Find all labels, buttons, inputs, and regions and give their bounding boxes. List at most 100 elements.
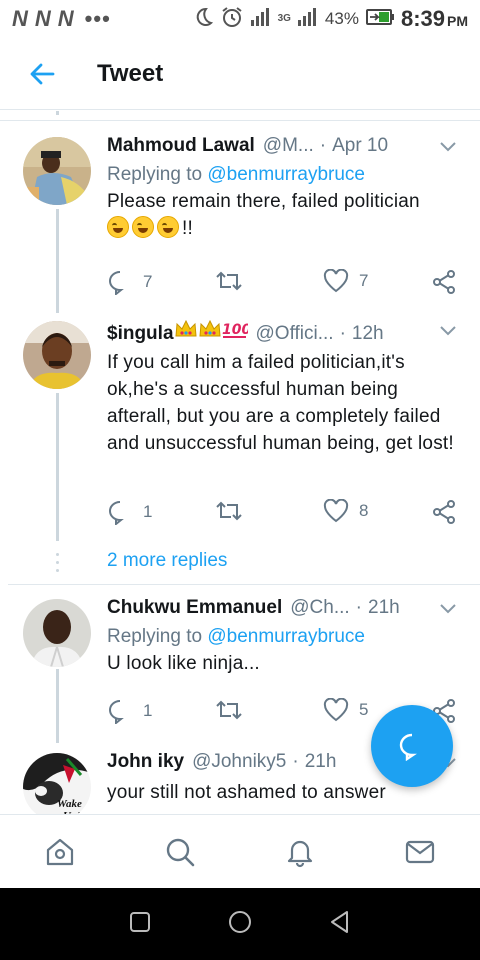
retweet-icon: [216, 700, 242, 720]
share-icon: [433, 500, 455, 524]
tweet-text: Please remain there, failed politician !…: [107, 191, 420, 239]
nav-notifications[interactable]: [240, 815, 360, 888]
like-count: 5: [359, 700, 369, 719]
tears-of-joy-emoji-icon: [157, 216, 179, 238]
reply-button[interactable]: 1: [107, 698, 152, 724]
reply-icon: [399, 733, 417, 761]
avatar[interactable]: Wake Up!!: [23, 753, 91, 814]
separator: ·: [355, 597, 362, 618]
replying-to: Replying to @benmurraybruce: [107, 164, 365, 185]
mention-link[interactable]: @benmurraybruce: [207, 164, 365, 185]
signal-icon: [250, 7, 272, 32]
home-icon: [46, 838, 74, 865]
like-count: 7: [359, 271, 369, 290]
notification-icon: N: [57, 6, 74, 31]
reply-count: 1: [143, 701, 153, 720]
retweet-button[interactable]: [215, 269, 253, 293]
clock: 8:39 PM: [400, 6, 468, 31]
tweet-item[interactable]: Mahmoud Lawal @M... · Apr 10 Replying to…: [0, 125, 480, 325]
reply-button[interactable]: 7: [107, 269, 152, 295]
like-button[interactable]: 7: [323, 269, 368, 293]
reply-button[interactable]: 1: [107, 499, 152, 525]
thread-line: [56, 669, 59, 743]
author-name[interactable]: John iky: [107, 751, 184, 773]
svg-text:100: 100: [222, 322, 248, 338]
mail-icon: [405, 840, 435, 863]
reply-icon: [109, 700, 124, 724]
compose-reply-button[interactable]: [371, 705, 453, 787]
timestamp[interactable]: 12h: [352, 323, 384, 345]
bell-icon: [287, 840, 313, 867]
network-type-icon: 3G: [277, 13, 291, 24]
more-notifications-icon: •••: [84, 6, 111, 31]
reply-count: 7: [143, 272, 153, 291]
tweet-text: U look like ninja...: [107, 653, 260, 674]
timestamp[interactable]: Apr 10: [332, 135, 388, 157]
battery-percent: 43%: [324, 9, 359, 28]
divider: [0, 120, 480, 121]
timestamp[interactable]: 21h: [305, 751, 337, 773]
retweet-icon: [216, 501, 242, 521]
separator: ·: [292, 751, 299, 772]
reply-icon: [109, 501, 124, 525]
like-button[interactable]: 8: [323, 499, 368, 523]
nav-search[interactable]: [120, 815, 240, 888]
thread-line: [56, 209, 59, 313]
recents-button[interactable]: [129, 911, 151, 938]
more-replies-dots: [56, 553, 59, 577]
more-replies-link[interactable]: 2 more replies: [107, 550, 227, 572]
thread-line: [56, 111, 59, 115]
nav-messages[interactable]: [360, 815, 480, 888]
nav-home[interactable]: [0, 815, 120, 888]
tweet-text: If you call him a failed politician,it's…: [107, 352, 454, 454]
tears-of-joy-emoji-icon: [132, 216, 154, 238]
notification-icon: N: [34, 6, 51, 31]
chevron-down-icon: [440, 142, 456, 152]
like-button[interactable]: 5: [323, 698, 368, 722]
back-system-button[interactable]: [329, 910, 351, 939]
back-button[interactable]: [0, 38, 84, 110]
top-app-bar: Tweet: [0, 38, 480, 110]
avatar[interactable]: [23, 599, 91, 667]
bottom-navigation: [0, 814, 480, 888]
author-handle[interactable]: @Offici...: [256, 323, 334, 345]
status-bar: N N N ••• 3G 43% 8:39 PM: [0, 0, 480, 38]
page-title: Tweet: [97, 59, 164, 87]
circle-icon: [228, 910, 251, 933]
avatar[interactable]: [23, 321, 91, 389]
battery-charging-icon: [365, 8, 395, 31]
avatar-caption: Wake: [57, 798, 82, 810]
home-system-button[interactable]: [228, 910, 252, 939]
chevron-down-icon: [440, 326, 456, 336]
alarm-icon: [220, 5, 244, 34]
mention-link[interactable]: @benmurraybruce: [207, 626, 365, 647]
tweet-menu-button[interactable]: [439, 137, 457, 159]
author-handle[interactable]: @M...: [263, 135, 314, 157]
tweet-actions: 1 8: [107, 499, 462, 529]
author-name[interactable]: Chukwu Emmanuel: [107, 597, 282, 619]
like-count: 8: [359, 501, 369, 520]
author-handle[interactable]: @Ch...: [290, 597, 349, 619]
reply-count: 1: [143, 502, 153, 521]
square-icon: [129, 911, 150, 932]
crown-emoji-icon: [198, 319, 221, 337]
reply-icon: [109, 271, 124, 295]
heart-icon: [323, 698, 349, 722]
share-icon: [433, 270, 455, 294]
tweet-menu-button[interactable]: [439, 321, 457, 343]
tweet-menu-button[interactable]: [439, 599, 457, 621]
author-name[interactable]: Mahmoud Lawal: [107, 135, 255, 157]
search-icon: [166, 838, 195, 866]
avatar[interactable]: [23, 137, 91, 205]
timestamp[interactable]: 21h: [368, 597, 400, 619]
retweet-button[interactable]: [215, 499, 253, 523]
back-arrow-icon: [30, 63, 55, 84]
notification-icon: N: [12, 6, 28, 31]
thread-line: [56, 393, 59, 541]
retweet-icon: [216, 271, 242, 291]
share-button[interactable]: [431, 269, 457, 295]
author-handle[interactable]: @Johniky5: [192, 751, 286, 773]
retweet-button[interactable]: [215, 698, 253, 722]
share-button[interactable]: [431, 499, 457, 525]
author-name[interactable]: $ingula: [107, 323, 174, 345]
